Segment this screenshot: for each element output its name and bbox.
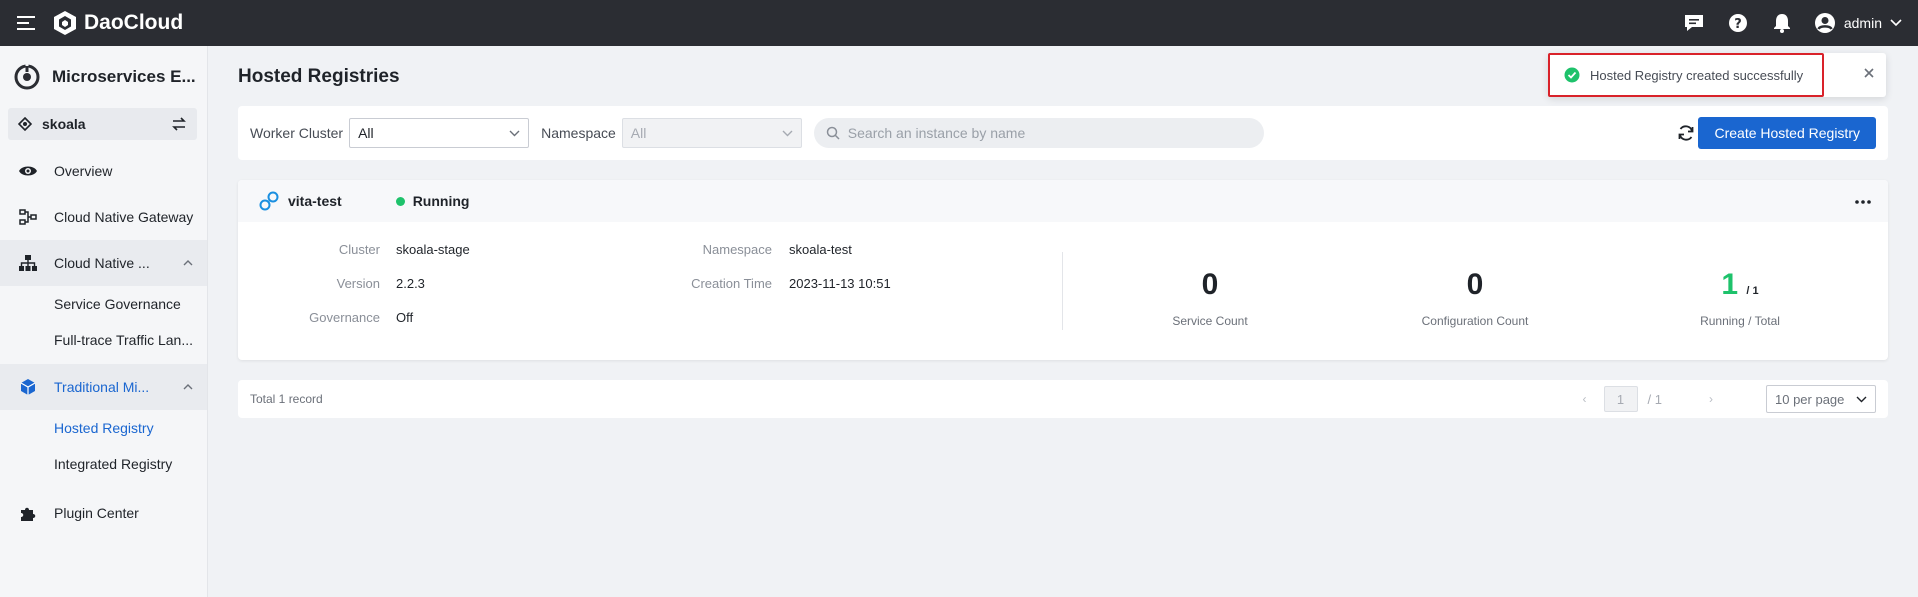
config-count-value: 0 [1466, 268, 1484, 301]
cube-icon [18, 377, 38, 397]
menu-icon[interactable] [0, 0, 52, 46]
puzzle-icon [18, 503, 38, 523]
status-text: Running [412, 193, 470, 209]
switch-icon [172, 117, 186, 131]
version-value: 2.2.3 [396, 276, 425, 291]
registry-name[interactable]: vita-test [288, 193, 342, 209]
registry-card[interactable]: vita-test Running Cluster skoala-stage V… [238, 180, 1888, 360]
cluster-value: skoala-stage [396, 242, 470, 257]
sidebar-item-plugin-center[interactable]: Plugin Center [0, 490, 207, 536]
sidebar-item-integrated-registry[interactable]: Integrated Registry [0, 446, 207, 482]
worker-cluster-select[interactable]: All [349, 118, 530, 148]
hierarchy-icon [18, 253, 38, 273]
namespace-value: skoala-test [789, 242, 852, 257]
next-page-icon[interactable]: › [1702, 392, 1720, 406]
create-hosted-registry-button[interactable]: Create Hosted Registry [1698, 117, 1876, 149]
message-icon[interactable] [1682, 11, 1706, 35]
sidebar: Microservices E... skoala Overview Cloud… [0, 46, 208, 597]
search-input[interactable]: Search an instance by name [813, 118, 1264, 148]
sidebar-item-overview[interactable]: Overview [0, 148, 207, 194]
namespace-icon [18, 117, 32, 131]
creation-time-key: Creation Time [691, 276, 772, 291]
creation-time-value: 2023-11-13 10:51 [789, 276, 891, 291]
running-total-stat: 1 / 1 Running / Total [1640, 268, 1840, 328]
status-badge: Running [395, 193, 470, 209]
chevron-down-icon [1890, 19, 1902, 27]
search-icon [826, 126, 840, 140]
chevron-down-icon [782, 130, 793, 136]
svg-text:?: ? [1734, 17, 1742, 32]
chevron-down-icon [509, 130, 520, 136]
daocloud-logo-icon [54, 11, 76, 35]
worker-cluster-label: Worker Cluster [250, 125, 344, 141]
running-count: 1 [1721, 268, 1739, 301]
page-total: / 1 [1647, 391, 1662, 407]
sidebar-item-label: Cloud Native Gateway [54, 209, 194, 225]
pagination-bar: Total 1 record ‹ 1 / 1 › 10 per page [238, 380, 1888, 418]
workspace-header[interactable]: Microservices E... [0, 46, 207, 108]
version-key: Version [336, 276, 380, 291]
help-icon[interactable]: ? [1726, 11, 1750, 35]
sidebar-item-service-governance[interactable]: Service Governance [0, 286, 207, 322]
gateway-icon [18, 207, 38, 227]
top-navbar: DaoCloud ? admin [0, 0, 1918, 46]
page-number-input[interactable]: 1 [1603, 386, 1638, 412]
namespace-switcher[interactable]: skoala [8, 108, 197, 140]
namespace-filter-label: Namespace [541, 125, 616, 141]
bell-icon[interactable] [1770, 11, 1794, 35]
link-registry-icon [259, 191, 279, 211]
namespace-key: Namespace [702, 242, 772, 257]
governance-key: Governance [309, 310, 380, 325]
filter-toolbar: Worker Cluster All Namespace All Search … [238, 106, 1888, 160]
sidebar-item-hosted-registry[interactable]: Hosted Registry [0, 410, 207, 446]
workspace-title: Microservices E... [52, 67, 196, 86]
prev-page-icon[interactable]: ‹ [1576, 392, 1594, 406]
sidebar-item-full-trace-traffic[interactable]: Full-trace Traffic Lan... [0, 322, 207, 358]
card-divider [1062, 252, 1063, 330]
more-actions-icon[interactable] [1854, 192, 1872, 208]
service-count-label: Service Count [1172, 314, 1248, 328]
running-total-label: Running / Total [1700, 314, 1780, 328]
page-title: Hosted Registries [238, 66, 400, 87]
status-dot-icon [395, 196, 405, 206]
registry-card-header: vita-test Running [238, 180, 1888, 222]
config-count-stat: 0 Configuration Count [1375, 268, 1575, 328]
chevron-down-icon [1856, 396, 1867, 402]
service-count-value: 0 [1201, 268, 1219, 301]
search-placeholder: Search an instance by name [847, 125, 1026, 141]
brand-name: DaoCloud [84, 11, 184, 34]
service-count-stat: 0 Service Count [1110, 268, 1310, 328]
running-total-value: 1 / 1 [1640, 268, 1840, 308]
chevron-up-icon [183, 384, 193, 390]
per-page-value: 10 per page [1775, 391, 1845, 407]
user-menu[interactable]: admin [1814, 12, 1902, 34]
user-avatar-icon [1814, 13, 1835, 33]
sidebar-item-gateway[interactable]: Cloud Native Gateway [0, 194, 207, 240]
refresh-icon[interactable] [1674, 121, 1698, 145]
sidebar-item-label: Cloud Native ... [54, 255, 150, 271]
total-records: Total 1 record [250, 392, 323, 406]
per-page-select[interactable]: 10 per page [1766, 385, 1876, 413]
brand-logo[interactable]: DaoCloud [52, 10, 183, 36]
success-toast: Hosted Registry created successfully [1548, 53, 1886, 97]
config-count-label: Configuration Count [1421, 314, 1529, 328]
sidebar-item-label: Overview [54, 163, 113, 179]
sidebar-item-label: Plugin Center [54, 505, 139, 521]
namespace-label: skoala [42, 116, 86, 132]
chevron-up-icon [183, 260, 193, 266]
total-count: / 1 [1746, 285, 1759, 297]
user-name: admin [1843, 15, 1882, 31]
sidebar-group-cloud-native[interactable]: Cloud Native ... [0, 240, 207, 286]
sidebar-group-traditional[interactable]: Traditional Mi... [0, 364, 207, 410]
close-icon[interactable] [1862, 66, 1876, 83]
microservice-engine-icon [14, 64, 40, 90]
namespace-select[interactable]: All [621, 118, 802, 148]
governance-value: Off [396, 310, 414, 325]
worker-cluster-value: All [358, 125, 374, 141]
namespace-filter-value: All [630, 125, 647, 141]
eye-icon [18, 161, 38, 181]
cluster-key: Cluster [338, 242, 380, 257]
sidebar-item-label: Traditional Mi... [54, 379, 150, 395]
toast-highlight-box [1548, 53, 1824, 97]
